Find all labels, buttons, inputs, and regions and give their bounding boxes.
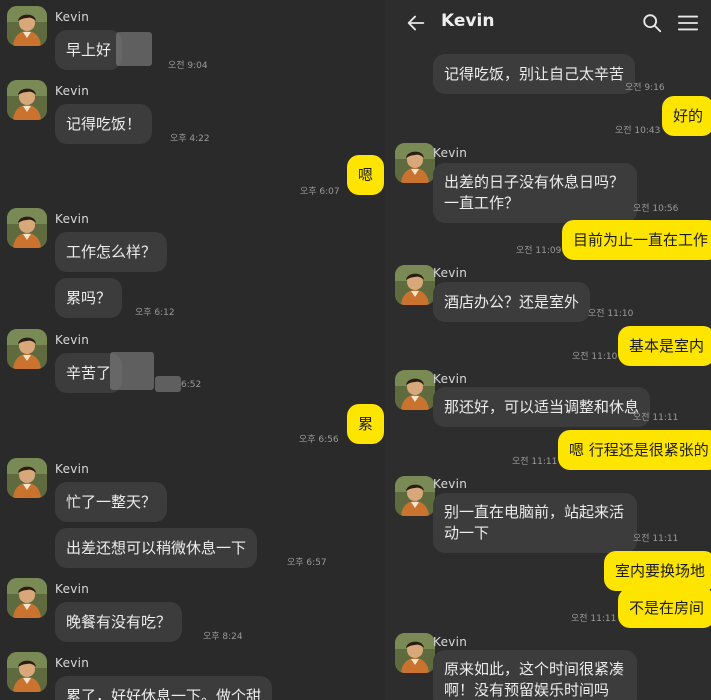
message-time: 오후 6:07 bbox=[300, 187, 340, 197]
contact-avatar[interactable] bbox=[395, 476, 435, 516]
message-time: 오전 11:11 bbox=[633, 413, 679, 423]
message-time: 오전 11:10 bbox=[588, 309, 634, 319]
message-time: 오전 11:11 bbox=[571, 614, 617, 624]
arrow-left-icon[interactable] bbox=[405, 12, 427, 34]
contact-name: Kevin bbox=[55, 582, 90, 596]
contact-avatar[interactable] bbox=[7, 329, 47, 369]
search-icon[interactable] bbox=[641, 12, 663, 34]
blurred-region bbox=[110, 352, 154, 390]
left-chat-pane[interactable]: Kevin 早上好 오전 9:04 Kevin 记得吃饭！ 오후 4:22 오후… bbox=[0, 0, 385, 700]
contact-name: Kevin bbox=[433, 477, 468, 491]
message-bubble[interactable]: 早上好 bbox=[55, 30, 123, 70]
chat-header: Kevin bbox=[385, 0, 711, 46]
message-bubble[interactable]: 出差还想可以稍微休息一下 bbox=[55, 528, 258, 568]
contact-avatar[interactable] bbox=[7, 578, 47, 618]
contact-name: Kevin bbox=[55, 462, 90, 476]
contact-name: Kevin bbox=[433, 372, 468, 386]
message-time: 오전 10:56 bbox=[633, 204, 679, 214]
right-chat-pane[interactable]: Kevin 记得吃饭，别让自己太辛苦 오전 9:16 오전 10:43 好的 K… bbox=[385, 0, 711, 700]
message-time: 6:52 bbox=[181, 380, 202, 390]
contact-name: Kevin bbox=[55, 212, 90, 226]
my-message-bubble[interactable]: 嗯 行程还是很紧张的 bbox=[558, 430, 711, 470]
my-message-bubble[interactable]: 目前为止一直在工作 bbox=[562, 220, 711, 260]
message-time: 오전 11:10 bbox=[572, 352, 618, 362]
hamburger-menu-icon[interactable] bbox=[677, 13, 699, 33]
contact-name: Kevin bbox=[433, 146, 468, 160]
message-time: 오후 8:24 bbox=[203, 632, 243, 642]
contact-avatar[interactable] bbox=[7, 208, 47, 248]
message-time: 오전 11:11 bbox=[633, 534, 679, 544]
contact-name: Kevin bbox=[55, 333, 90, 347]
message-time: 오전 9:16 bbox=[625, 83, 665, 93]
contact-name: Kevin bbox=[433, 266, 468, 280]
message-bubble[interactable]: 出差的日子没有休息日吗？一直工作？ bbox=[433, 163, 637, 223]
contact-avatar[interactable] bbox=[395, 265, 435, 305]
chat-title: Kevin bbox=[441, 11, 495, 31]
message-time: 오후 6:12 bbox=[135, 308, 175, 318]
contact-avatar[interactable] bbox=[395, 633, 435, 673]
contact-avatar[interactable] bbox=[395, 370, 435, 410]
message-bubble[interactable]: 那还好，可以适当调整和休息 bbox=[433, 387, 651, 427]
blurred-region bbox=[155, 376, 181, 392]
message-time: 오전 10:43 bbox=[615, 126, 661, 136]
message-time: 오전 11:11 bbox=[512, 457, 558, 467]
message-bubble[interactable]: 酒店办公？还是室外 bbox=[433, 282, 591, 322]
contact-avatar[interactable] bbox=[7, 458, 47, 498]
contact-name: Kevin bbox=[55, 84, 90, 98]
contact-name: Kevin bbox=[55, 656, 90, 670]
my-message-bubble[interactable]: 室内要换场地 bbox=[604, 551, 711, 591]
blurred-region bbox=[116, 32, 152, 66]
message-time: 오후 4:22 bbox=[170, 134, 210, 144]
message-bubble[interactable]: 记得吃饭！ bbox=[55, 104, 153, 144]
message-time: 오후 6:56 bbox=[299, 435, 339, 445]
message-bubble[interactable]: 原来如此，这个时间很紧凑啊！没有预留娱乐时间吗 bbox=[433, 650, 637, 700]
message-bubble[interactable]: 别一直在电脑前，站起来活动一下 bbox=[433, 493, 637, 553]
message-time: 오전 9:04 bbox=[168, 61, 208, 71]
contact-avatar[interactable] bbox=[7, 80, 47, 120]
my-message-bubble[interactable]: 好的 bbox=[662, 96, 711, 136]
contact-name: Kevin bbox=[433, 635, 468, 649]
message-time: 오후 6:57 bbox=[287, 558, 327, 568]
message-time: 오전 11:09 bbox=[516, 246, 562, 256]
contact-avatar[interactable] bbox=[7, 6, 47, 46]
contact-name: Kevin bbox=[55, 10, 90, 24]
message-bubble[interactable]: 工作怎么样？ bbox=[55, 232, 168, 272]
message-bubble[interactable]: 记得吃饭，别让自己太辛苦 bbox=[433, 54, 636, 94]
message-bubble[interactable]: 累了，好好休息一下。做个甜 bbox=[55, 676, 273, 700]
contact-avatar[interactable] bbox=[7, 652, 47, 692]
message-bubble[interactable]: 晚餐有没有吃？ bbox=[55, 602, 183, 642]
my-message-bubble[interactable]: 累 bbox=[347, 404, 385, 444]
message-bubble[interactable]: 忙了一整天？ bbox=[55, 482, 168, 522]
my-message-bubble[interactable]: 不是在房间 bbox=[618, 588, 711, 628]
my-message-bubble[interactable]: 基本是室内 bbox=[618, 326, 711, 366]
message-bubble[interactable]: 累吗？ bbox=[55, 278, 123, 318]
my-message-bubble[interactable]: 嗯 bbox=[347, 155, 385, 195]
contact-avatar[interactable] bbox=[395, 143, 435, 183]
